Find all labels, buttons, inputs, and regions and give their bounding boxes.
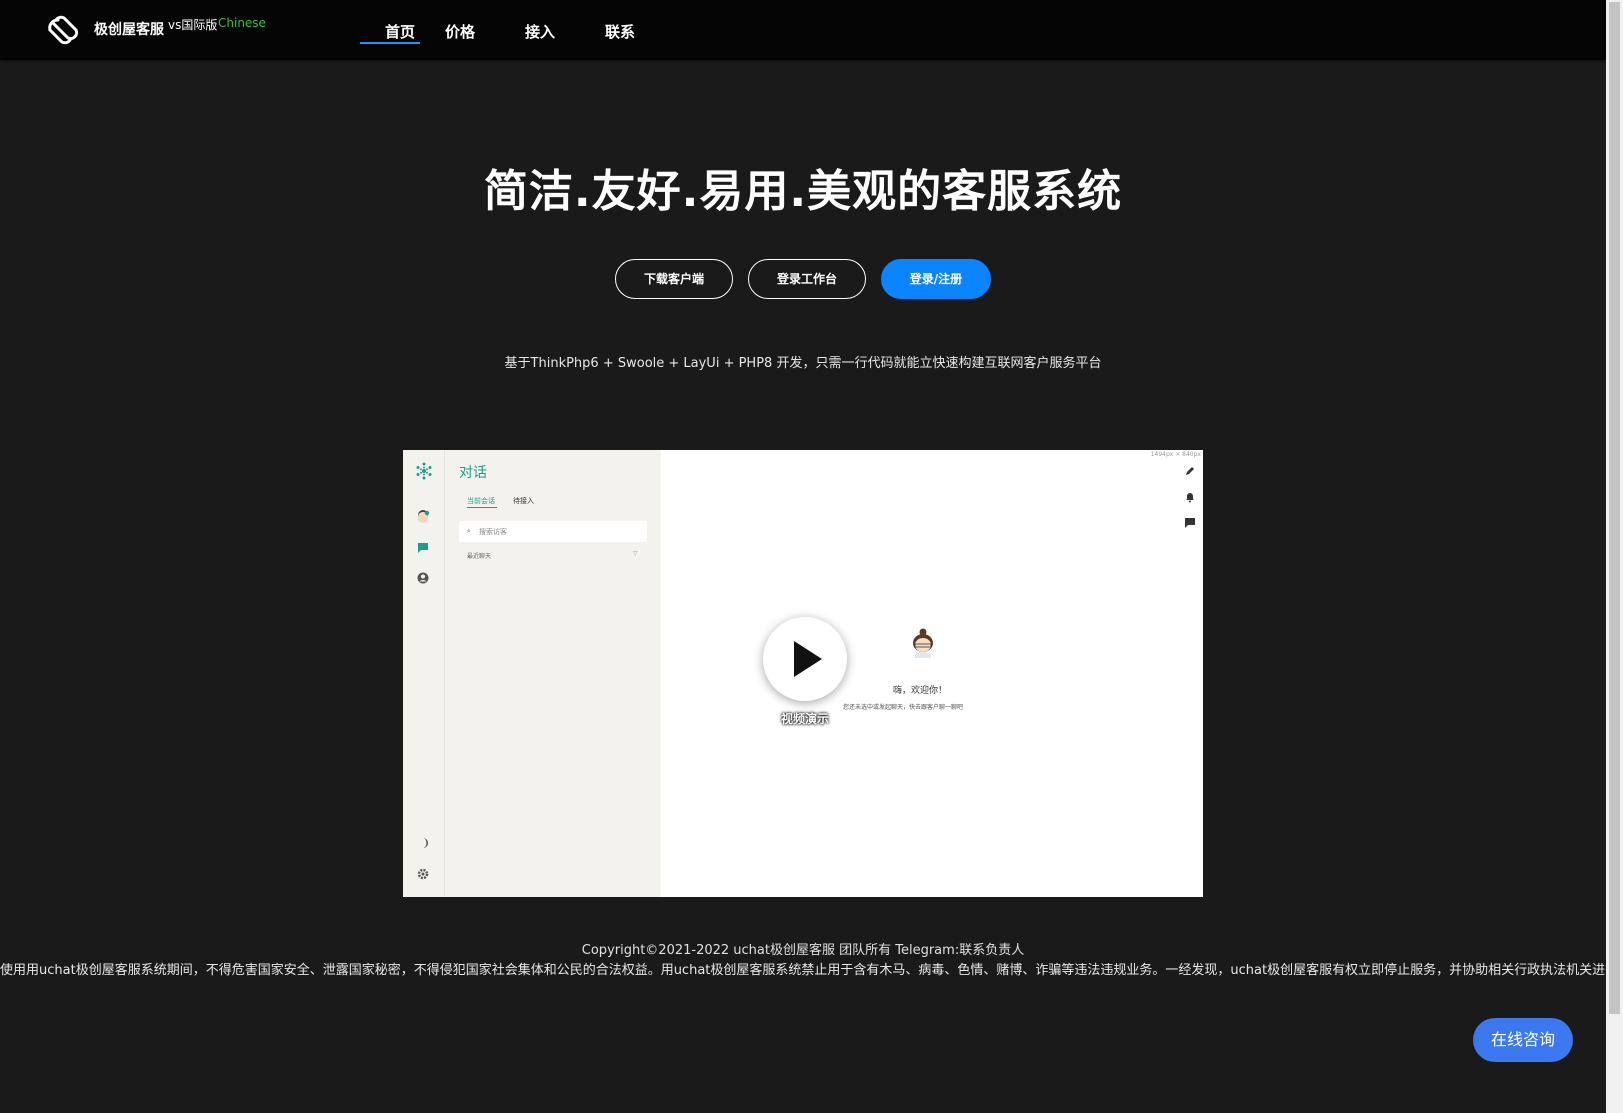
preview-bell-icon <box>1186 493 1194 503</box>
preview-search-placeholder: 搜索访客 <box>479 528 507 536</box>
login-console-button[interactable]: 登录工作台 <box>748 259 866 299</box>
preview-sidebar-rail <box>403 450 445 897</box>
footer-copyright: Copyright©2021-2022 uchat极创屋客服 团队所有 Tele… <box>581 943 1025 958</box>
preview-moon-icon <box>423 838 428 848</box>
nav-contact[interactable]: 联系 <box>580 0 660 60</box>
logo-icon[interactable] <box>46 14 82 46</box>
preview-user-icon <box>417 572 429 584</box>
scrollbar-thumb[interactable] <box>1609 2 1620 1014</box>
preview-welcome-text: 嗨，欢迎你！ <box>893 686 948 696</box>
preview-tab-waiting: 待接入 <box>513 497 534 505</box>
preview-chat-area: 1494px × 840px 嗨，欢迎你！ 您还未选中或发起聊天，快去跟客户聊一… <box>661 450 1203 897</box>
preview-avatar-icon <box>418 510 430 523</box>
preview-conversation-list: 对话 当前会话 待接入 ⌕ 搜索访客 最近聊天 ▽ <box>445 450 661 897</box>
preview-recent-label: 最近聊天 <box>467 553 492 560</box>
brand-name[interactable]: 极创屋客服 <box>94 19 164 39</box>
preview-filter-icon: ▽ <box>633 550 638 557</box>
preview-search-box: ⌕ 搜索访客 <box>459 521 647 542</box>
download-client-button[interactable]: 下载客户端 <box>615 259 733 299</box>
preview-settings-icon <box>417 868 429 880</box>
login-register-button[interactable]: 登录/注册 <box>881 259 991 299</box>
preview-search-icon: ⌕ <box>467 527 471 535</box>
page-scrollbar[interactable] <box>1606 0 1623 1113</box>
preview-chat-icon <box>418 543 428 553</box>
preview-agent-avatar <box>913 628 933 658</box>
play-video-button[interactable] <box>763 617 847 701</box>
preview-dimensions: 1494px × 840px <box>1150 451 1201 458</box>
preview-tab-current: 当前会话 <box>467 497 495 505</box>
play-icon <box>794 641 822 677</box>
footer-legal-notice: 使用用uchat极创屋客服系统期间，不得危害国家安全、泄露国家秘密，不得侵犯国家… <box>0 963 1623 978</box>
nav-integration[interactable]: 接入 <box>500 0 580 60</box>
preview-feedback-icon <box>1185 518 1195 528</box>
product-preview: 对话 当前会话 待接入 ⌕ 搜索访客 最近聊天 ▽ 1494px × 840px… <box>403 450 1203 897</box>
top-navbar: 极创屋客服 vs国际版 Chinese 首页 价格 接入 联系 <box>0 0 1606 60</box>
online-consult-button[interactable]: 在线咨询 <box>1473 1018 1573 1062</box>
preview-tab-underline <box>467 507 497 508</box>
preview-logo-icon <box>416 462 432 480</box>
language-switch[interactable]: Chinese <box>218 16 266 30</box>
video-demo-label[interactable]: 视频演示 <box>763 710 847 727</box>
hero-title: 简洁.友好.易用.美观的客服系统 <box>483 166 1123 217</box>
nav-pricing[interactable]: 价格 <box>420 0 500 60</box>
main-nav: 首页 价格 接入 联系 <box>360 0 660 60</box>
preview-welcome-subtext: 您还未选中或发起聊天，快去跟客户聊一聊吧 <box>843 704 964 711</box>
preview-title: 对话 <box>459 465 487 481</box>
edition-label: vs国际版 <box>168 18 218 32</box>
hero-subtitle: 基于ThinkPhp6 + Swoole + LayUi + PHP8 开发，只… <box>504 356 1102 371</box>
preview-pen-icon <box>1186 467 1194 475</box>
